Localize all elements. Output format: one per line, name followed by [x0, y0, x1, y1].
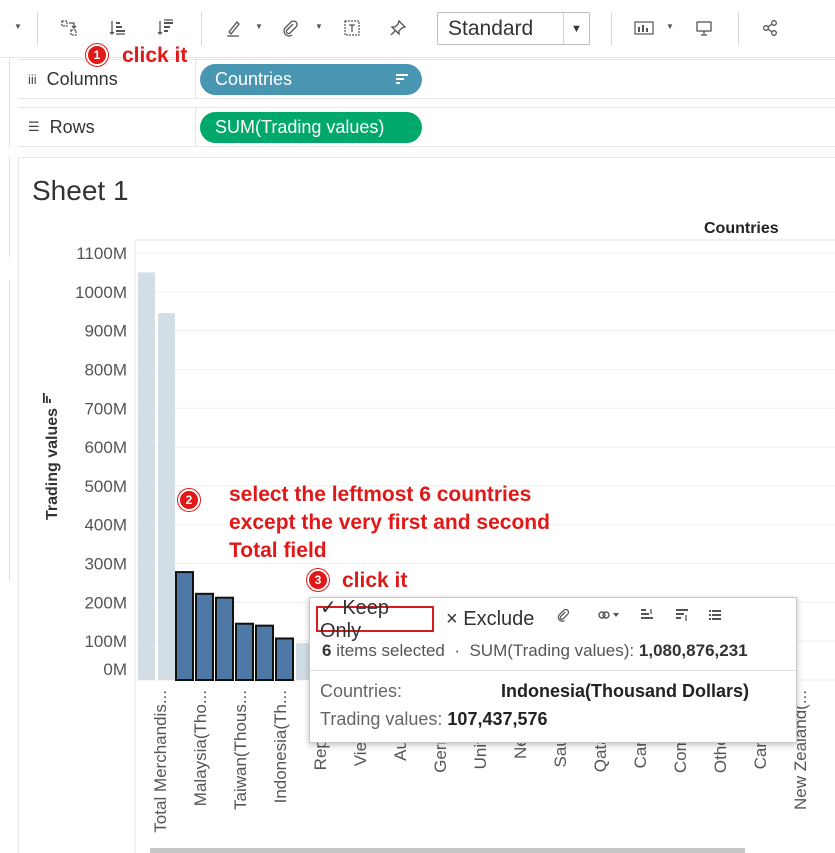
y-tick-label: 900M	[84, 322, 127, 341]
step-2-line-2: except the very first and second	[229, 511, 550, 534]
y-tick-label: 0M	[103, 660, 127, 679]
exclude-button[interactable]: × Exclude	[446, 606, 534, 632]
sort-ascending-icon[interactable]	[640, 608, 654, 625]
step-2-line-3: Total field	[229, 539, 327, 562]
bar	[255, 624, 274, 681]
bar	[195, 592, 214, 681]
bar	[235, 622, 254, 681]
step-3-badge: 3	[307, 569, 329, 591]
y-tick-label: 1000M	[75, 283, 127, 302]
attach-icon[interactable]	[556, 608, 570, 625]
y-tick-label: 200M	[84, 593, 127, 612]
y-tick-label: 600M	[84, 438, 127, 457]
y-tick-label: 800M	[84, 360, 127, 379]
x-tick-label: Malaysia(Tho...	[191, 690, 210, 806]
tooltip-actions: ✓ Keep Only × Exclude	[310, 597, 796, 642]
y-tick-label: 400M	[84, 516, 127, 535]
sum-label: SUM(Trading values):	[469, 641, 635, 660]
items-count: 6	[322, 641, 332, 660]
step-2-line-1: select the leftmost 6 countries	[229, 483, 532, 506]
y-tick-label: 100M	[84, 632, 127, 651]
bar	[138, 272, 155, 680]
x-tick-label: Indonesia(Th...	[271, 690, 290, 803]
y-axis-sort-icon	[43, 393, 51, 403]
tooltip-values-row: Trading values: 107,437,576	[320, 709, 548, 730]
bar	[275, 637, 294, 681]
bar	[158, 313, 175, 680]
y-tick-label: 300M	[84, 555, 127, 574]
values-value: 107,437,576	[447, 709, 548, 729]
x-tick-label: Taiwan(Thous...	[231, 690, 250, 810]
summary-separator: ·	[449, 641, 465, 660]
step-2-badge: 2	[178, 489, 200, 511]
countries-value: Indonesia(Thousand Dollars)	[501, 681, 750, 701]
x-tick-label: Total Merchandis...	[151, 690, 170, 833]
sum-value: 1,080,876,231	[638, 641, 748, 660]
y-axis-label: Trading values	[44, 408, 61, 520]
y-tick-label: 500M	[84, 477, 127, 496]
view-data-icon[interactable]	[708, 608, 722, 625]
y-tick-label: 700M	[84, 399, 127, 418]
tooltip-countries-row: Countries: Indonesia(Thousand Dollars)	[320, 681, 749, 702]
keep-only-button[interactable]: ✓ Keep Only	[316, 597, 434, 642]
step-1-text: click it	[122, 44, 188, 67]
selection-summary: 6 items selected · SUM(Trading values): …	[322, 641, 748, 661]
step-1-badge: 1	[86, 44, 108, 66]
step-3-text: click it	[342, 569, 408, 592]
group-icon[interactable]	[597, 608, 623, 625]
y-tick-label: 1100M	[76, 244, 127, 263]
countries-label: Countries:	[320, 681, 403, 701]
tooltip-divider	[310, 670, 796, 671]
items-text: items selected	[336, 641, 445, 660]
sort-descending-icon[interactable]	[675, 608, 689, 625]
selection-tooltip: ✓ Keep Only × Exclude 6 items selected ·…	[309, 597, 797, 743]
horizontal-scrollbar	[150, 848, 745, 853]
values-label: Trading values:	[320, 709, 443, 729]
bar	[175, 571, 194, 681]
bar	[215, 596, 234, 681]
